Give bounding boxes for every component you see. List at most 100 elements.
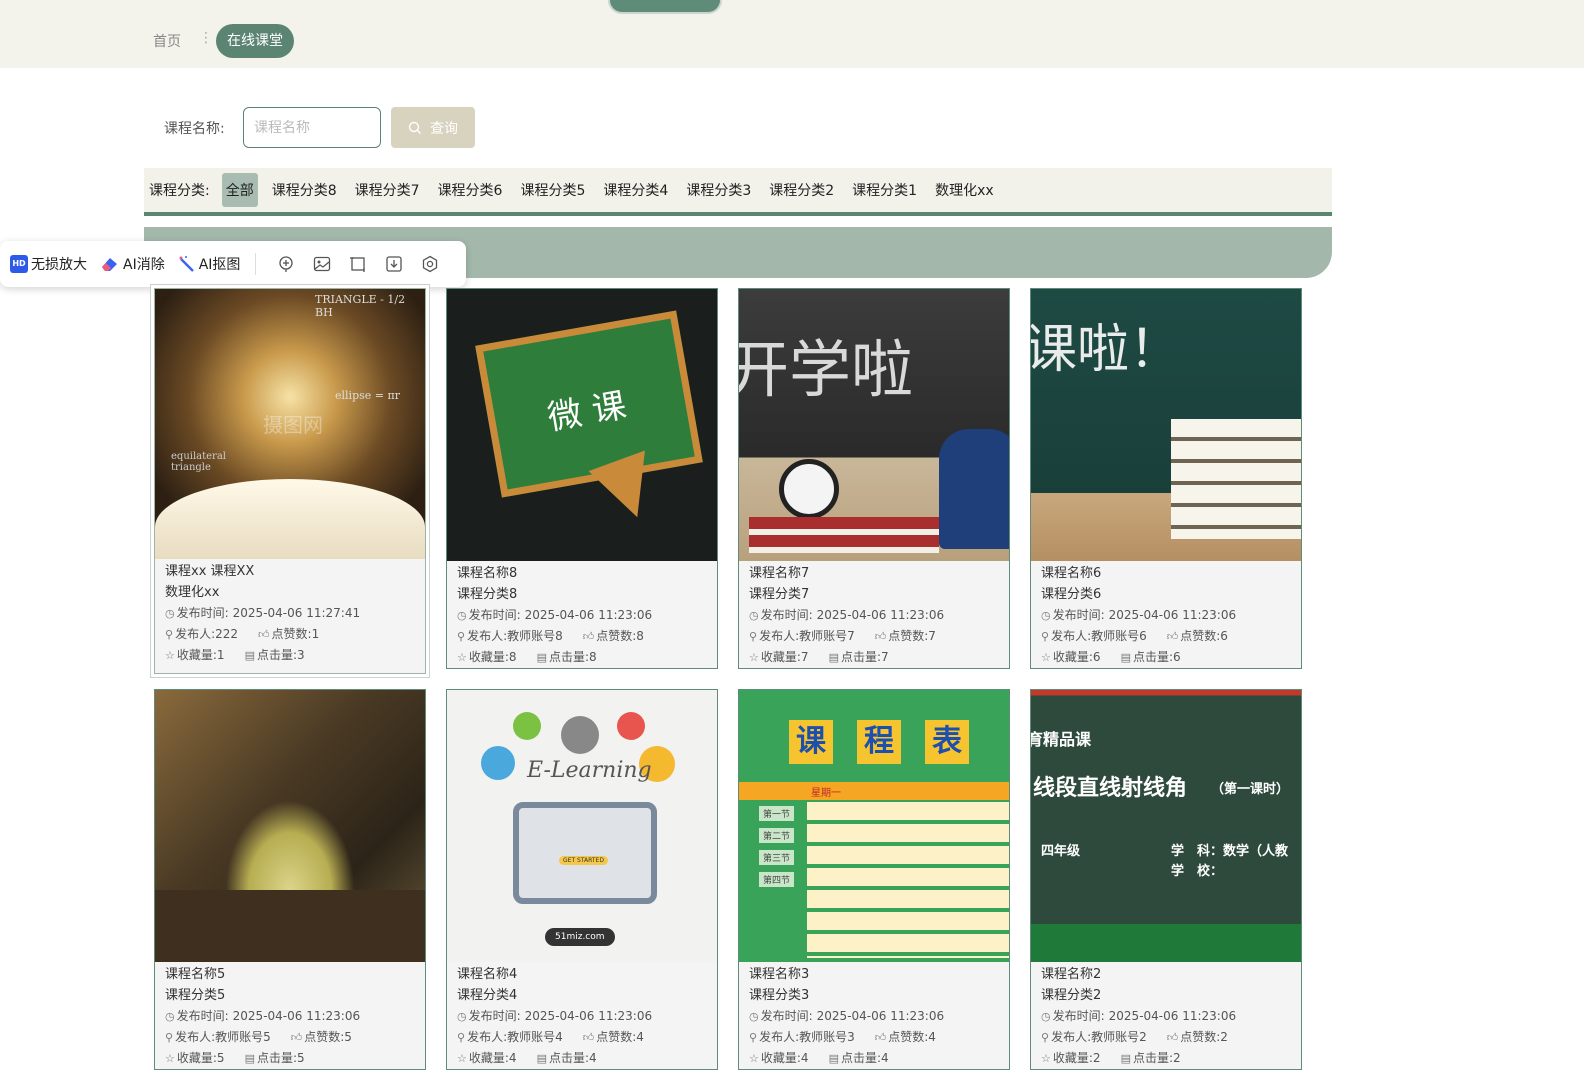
author: 教师账号2 (1091, 1030, 1147, 1044)
meta-label: 发布人: (467, 1030, 508, 1044)
meta-label: 发布人: (175, 627, 216, 641)
user-icon: ⚲ (165, 1031, 174, 1044)
course-card[interactable]: 课 程 表 星期一 第一节 第二节 第三节 第四节 课程名称3 课程分类3 ◷ 发… (738, 689, 1010, 1070)
document-icon: ▤ (1120, 1052, 1131, 1065)
thumbnail-text: E-Learning (527, 758, 652, 783)
course-thumbnail[interactable]: 课啦！ (1031, 289, 1301, 561)
course-thumbnail[interactable]: 微 课 (447, 289, 717, 561)
search-button[interactable]: 查询 (391, 107, 475, 148)
meta-label: 点击量: (1132, 1051, 1174, 1065)
category-label: 课程分类: (149, 183, 210, 199)
meta-label: 点击量: (548, 1051, 590, 1065)
course-thumbnail[interactable]: E-Learning GET STARTED 51miz.com (447, 690, 717, 962)
course-thumbnail[interactable]: 开学啦 (739, 289, 1009, 561)
category-item-7[interactable]: 课程分类7 (351, 173, 424, 207)
settings-icon[interactable] (420, 254, 440, 274)
meta-label: 点赞数: (271, 627, 312, 641)
ai-erase-button[interactable]: AI消除 (100, 254, 165, 274)
meta-label: 点击量: (256, 648, 298, 662)
course-card[interactable]: E-Learning GET STARTED 51miz.com 课程名称4 课… (446, 689, 718, 1070)
enhance-icon[interactable] (276, 254, 296, 274)
thumbnail-text: 第四节 (759, 872, 795, 887)
ai-cutout-button[interactable]: AI抠图 (178, 254, 240, 274)
course-card[interactable]: TRIANGLE - 1/2 BH equilateral triangle e… (154, 288, 426, 674)
thumbs-up-icon: 👍︎ (874, 1031, 887, 1044)
favorites: 2 (1092, 1051, 1101, 1065)
category-item-6[interactable]: 课程分类6 (434, 173, 507, 207)
meta-stats-row: ☆ 收藏量: 8 ▤ 点击量: 8 (457, 647, 717, 668)
course-card[interactable]: 微 课 课程名称8 课程分类8 ◷ 发布时间: 2025-04-06 11:23:0… (446, 288, 718, 669)
likes: 4 (636, 1030, 644, 1044)
document-icon: ▤ (536, 1052, 547, 1065)
course-category: 课程分类8 (457, 587, 518, 602)
course-name-input[interactable] (243, 107, 381, 148)
category-all[interactable]: 全部 (221, 173, 258, 207)
course-card[interactable]: 课程名称5 课程分类5 ◷ 发布时间: 2025-04-06 11:23:06 ⚲ 发… (154, 689, 426, 1070)
category-item-1[interactable]: 课程分类1 (848, 173, 921, 207)
star-icon: ☆ (457, 651, 467, 664)
course-thumbnail[interactable] (155, 690, 425, 962)
meta-time-row: ◷ 发布时间: 2025-04-06 11:23:06 (165, 1006, 425, 1027)
meta-author-row: ⚲ 发布人: 教师账号6 👍︎ 点赞数: 6 (1041, 626, 1301, 647)
category-item-8[interactable]: 课程分类8 (268, 173, 341, 207)
likes: 2 (1220, 1030, 1228, 1044)
likes: 7 (928, 629, 936, 643)
meta-label: 收藏量: (176, 648, 217, 662)
course-thumbnail[interactable]: 课 程 表 星期一 第一节 第二节 第三节 第四节 (739, 690, 1009, 962)
publish-time: 2025-04-06 11:23:06 (1108, 608, 1237, 622)
ai-upscale-button[interactable]: HD 无损放大 (10, 254, 87, 274)
thumbnail-text: 程 (857, 720, 901, 764)
thumbnail-text: 课 (789, 720, 833, 764)
course-info: 课程名称3 课程分类3 ◷ 发布时间: 2025-04-06 11:23:06 ⚲ 发… (739, 962, 1009, 1069)
clicks: 6 (1173, 650, 1181, 664)
author: 222 (215, 627, 239, 641)
watermark-badge: 51miz.com (545, 928, 615, 946)
meta-label: 点赞数: (596, 1030, 637, 1044)
course-card[interactable]: 育精品课 线段直线射线角 （第一课时） 四年级 学 科：数学（人教 学 校： 课… (1030, 689, 1302, 1070)
breadcrumb-home[interactable]: 首页 (153, 31, 181, 51)
breadcrumb-separator: ⋮ (199, 30, 213, 46)
thumbnail-text: 线段直线射线角 (1033, 776, 1188, 801)
crop-icon[interactable] (348, 254, 368, 274)
user-icon: ⚲ (457, 1031, 466, 1044)
top-center-tab[interactable] (608, 0, 722, 14)
meta-time-row: ◷ 发布时间: 2025-04-06 11:23:06 (457, 605, 717, 626)
eraser-icon (102, 258, 117, 271)
meta-label: 点击量: (1132, 650, 1174, 664)
breadcrumb-current[interactable]: 在线课堂 (216, 24, 294, 58)
meta-time-row: ◷ 发布时间: 2025-04-06 11:23:06 (749, 1006, 1009, 1027)
category-item-shulihua[interactable]: 数理化xx (931, 173, 998, 207)
category-item-5[interactable]: 课程分类5 (516, 173, 589, 207)
image-edit-icon[interactable] (312, 254, 332, 274)
user-icon: ⚲ (1041, 630, 1050, 643)
thumbs-up-icon: 👍︎ (258, 628, 270, 641)
course-thumbnail[interactable]: 育精品课 线段直线射线角 （第一课时） 四年级 学 科：数学（人教 学 校： (1031, 690, 1301, 962)
user-icon: ⚲ (749, 630, 758, 643)
meta-label: 点赞数: (304, 1030, 345, 1044)
category-item-3[interactable]: 课程分类3 (682, 173, 755, 207)
course-thumbnail[interactable]: TRIANGLE - 1/2 BH equilateral triangle e… (155, 289, 425, 559)
course-info: 课程xx 课程XX 数理化xx ◷ 发布时间: 2025-04-06 11:27:4… (155, 559, 425, 666)
course-card[interactable]: 开学啦 课程名称7 课程分类7 ◷ 发布时间: 2025-04-06 11:23:0… (738, 288, 1010, 669)
thumbnail-text: 学 校： (1171, 864, 1224, 879)
category-item-4[interactable]: 课程分类4 (599, 173, 672, 207)
likes: 8 (636, 629, 644, 643)
magnifier-icon (481, 746, 515, 780)
clock-icon: ◷ (457, 609, 467, 622)
publish-time: 2025-04-06 11:23:06 (232, 1009, 361, 1023)
star-icon: ☆ (165, 1052, 175, 1065)
globe-icon (561, 716, 599, 754)
thumbs-up-icon: 👍︎ (290, 1031, 303, 1044)
course-card[interactable]: 课啦！ 课程名称6 课程分类6 ◷ 发布时间: 2025-04-06 11:23:0… (1030, 288, 1302, 669)
course-title: 课程名称4 (457, 967, 518, 982)
category-item-2[interactable]: 课程分类2 (765, 173, 838, 207)
course-category: 课程分类7 (749, 587, 810, 602)
thumbs-up-icon: 👍︎ (874, 630, 887, 643)
download-icon[interactable] (384, 254, 404, 274)
meta-label: 点击量: (840, 1051, 882, 1065)
ai-image-toolbar: HD 无损放大 AI消除 AI抠图 (0, 241, 466, 287)
meta-author-row: ⚲ 发布人: 教师账号4 👍︎ 点赞数: 4 (457, 1027, 717, 1048)
clicks: 8 (589, 650, 597, 664)
meta-stats-row: ☆ 收藏量: 4 ▤ 点击量: 4 (457, 1048, 717, 1069)
clock-icon: ◷ (749, 1010, 759, 1023)
